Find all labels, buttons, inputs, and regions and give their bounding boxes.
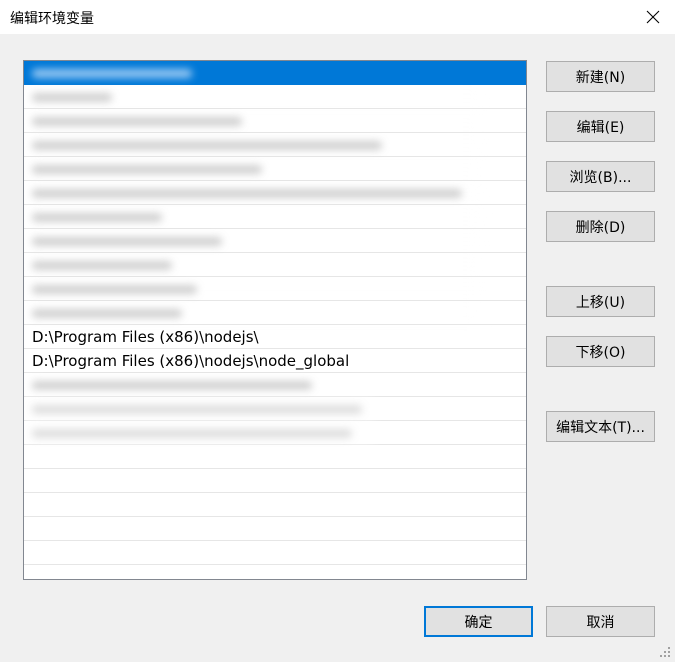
empty-list-row[interactable] [24,565,526,579]
browse-button[interactable]: 浏览(B)... [546,161,655,192]
path-list-item[interactable] [24,397,526,421]
move-up-button[interactable]: 上移(U) [546,286,655,317]
path-list-item[interactable]: D:\Program Files (x86)\nodejs\ [24,325,526,349]
path-list-item[interactable] [24,157,526,181]
redacted-path [32,93,112,102]
path-list-item[interactable] [24,373,526,397]
path-list-item[interactable] [24,421,526,445]
path-list-item[interactable] [24,277,526,301]
path-text: D:\Program Files (x86)\nodejs\node_globa… [32,352,350,370]
close-icon [646,10,660,24]
redacted-path [32,237,222,246]
ok-button[interactable]: 确定 [424,606,533,637]
path-list-item[interactable] [24,181,526,205]
path-list-item[interactable] [24,61,526,85]
redacted-path [32,69,192,78]
empty-list-row[interactable] [24,445,526,469]
path-list-item[interactable] [24,301,526,325]
path-list-item[interactable] [24,229,526,253]
path-list-item[interactable]: D:\Program Files (x86)\nodejs\node_globa… [24,349,526,373]
empty-list-row[interactable] [24,541,526,565]
redacted-path [32,141,382,150]
move-down-button[interactable]: 下移(O) [546,336,655,367]
redacted-path [32,405,362,414]
redacted-path [32,165,262,174]
path-list-item[interactable] [24,205,526,229]
path-list-item[interactable] [24,109,526,133]
close-button[interactable] [631,0,675,34]
redacted-path [32,261,172,270]
path-list-item[interactable] [24,85,526,109]
path-list-item[interactable] [24,253,526,277]
redacted-path [32,117,242,126]
redacted-path [32,285,197,294]
empty-list-row[interactable] [24,517,526,541]
redacted-path [32,213,162,222]
redacted-path [32,189,462,198]
empty-list-row[interactable] [24,469,526,493]
edit-button[interactable]: 编辑(E) [546,111,655,142]
path-text: D:\Program Files (x86)\nodejs\ [32,328,259,346]
cancel-button[interactable]: 取消 [546,606,655,637]
title-bar: 编辑环境变量 [0,0,675,34]
path-list[interactable]: D:\Program Files (x86)\nodejs\ D:\Program… [23,60,527,580]
new-button[interactable]: 新建(N) [546,61,655,92]
redacted-path [32,429,352,438]
delete-button[interactable]: 删除(D) [546,211,655,242]
redacted-path [32,309,182,318]
window-title: 编辑环境变量 [10,11,94,27]
resize-grip-icon[interactable] [659,646,671,658]
redacted-path [32,381,312,390]
empty-list-row[interactable] [24,493,526,517]
edit-text-button[interactable]: 编辑文本(T)... [546,411,655,442]
path-list-item[interactable] [24,133,526,157]
